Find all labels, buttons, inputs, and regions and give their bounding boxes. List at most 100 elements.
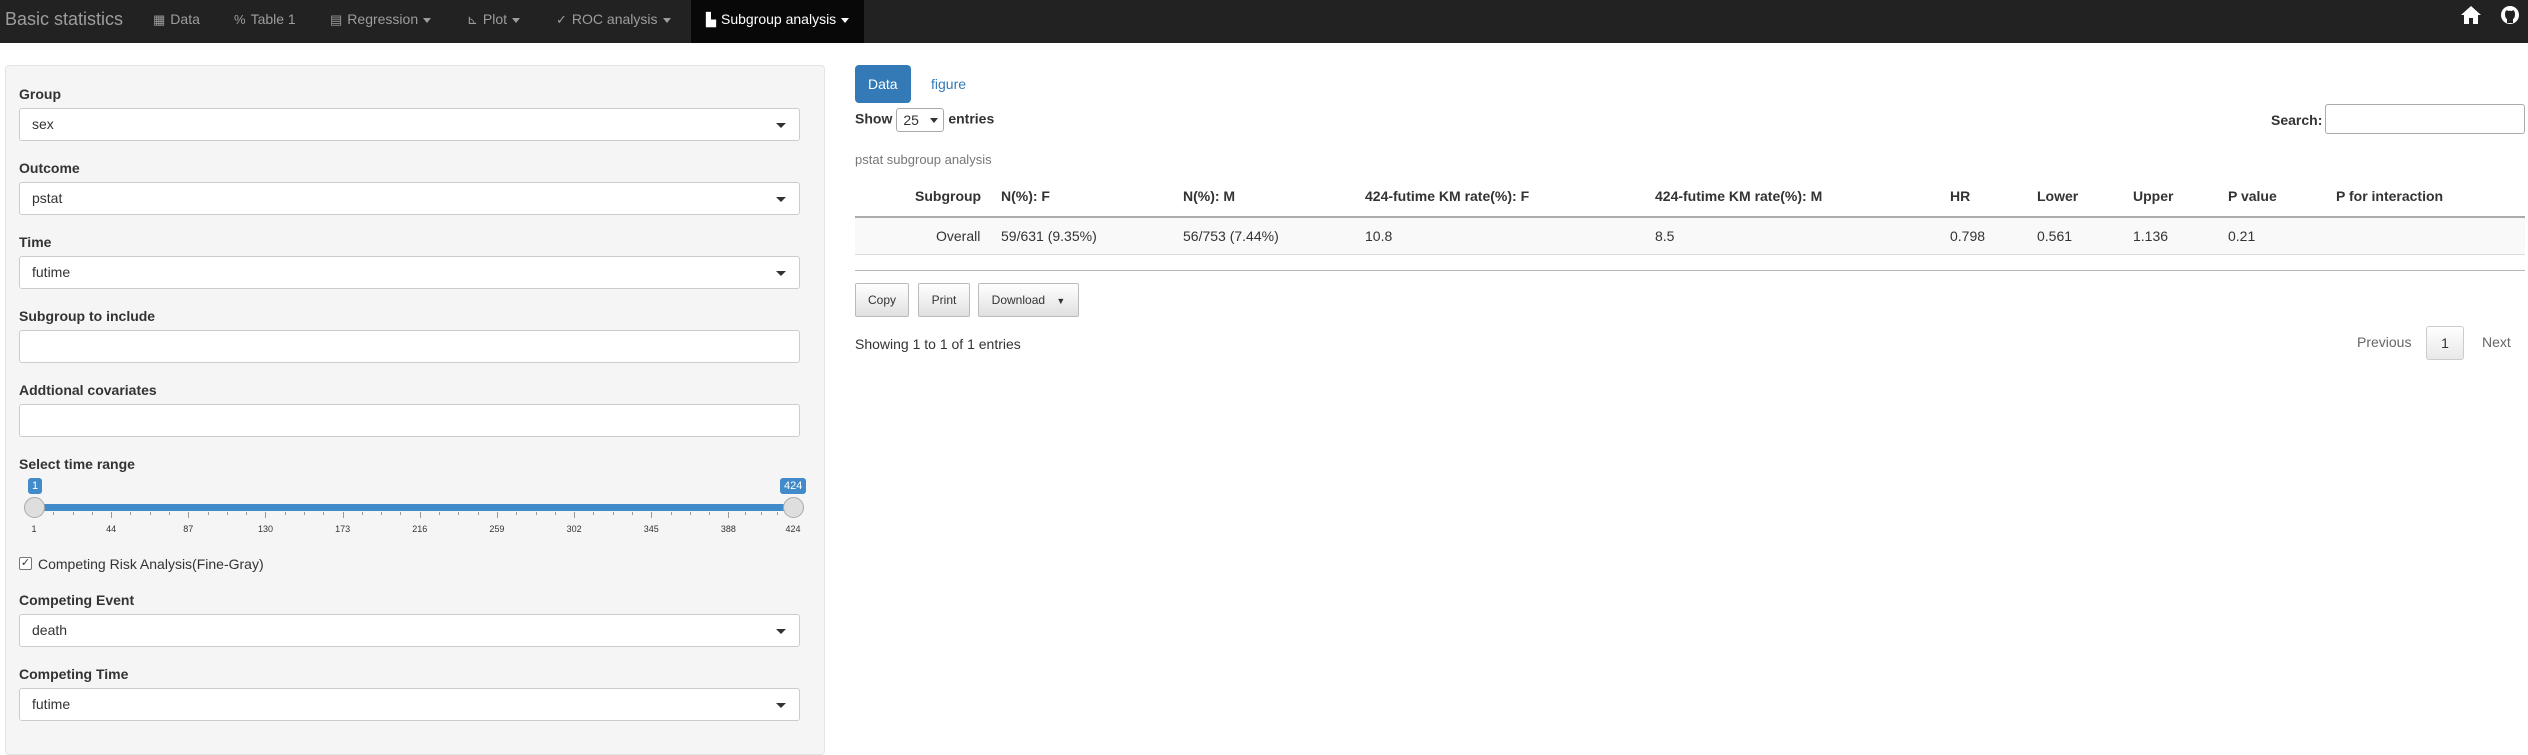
competing-time-select[interactable]: futime xyxy=(19,688,800,721)
time-label: Time xyxy=(19,234,52,250)
search-input[interactable] xyxy=(2325,104,2525,134)
github-icon[interactable] xyxy=(2500,5,2520,31)
chevron-down-icon xyxy=(776,271,786,276)
slider-minor-tick xyxy=(72,512,74,515)
pagination-previous[interactable]: Previous xyxy=(2357,334,2411,350)
table-icon: ▦ xyxy=(153,12,166,27)
column-header-n-f[interactable]: N(%): F xyxy=(1001,188,1050,204)
show-entries: Show 25 entries xyxy=(855,108,994,132)
column-header-lower[interactable]: Lower xyxy=(2037,188,2078,204)
slider-tick-label: 216 xyxy=(412,524,428,534)
outcome-select[interactable]: pstat xyxy=(19,182,800,215)
outcome-select-value: pstat xyxy=(32,190,63,206)
table-row xyxy=(855,218,2525,254)
column-header-subgroup[interactable]: Subgroup xyxy=(915,188,981,204)
print-button[interactable]: Print xyxy=(918,283,970,317)
nav-item-data[interactable]: ▦ Data xyxy=(153,0,200,38)
chevron-down-icon xyxy=(930,118,939,123)
nav-item-roc-analysis[interactable]: ✓ ROC analysis xyxy=(556,0,671,38)
table-caption: pstat subgroup analysis xyxy=(855,152,992,167)
chevron-down-icon xyxy=(776,197,786,202)
slider-minor-tick xyxy=(381,512,383,515)
caret-down-icon xyxy=(423,17,432,23)
slider-minor-tick xyxy=(130,512,132,515)
slider-tick xyxy=(111,512,113,518)
covariates-input[interactable] xyxy=(19,404,800,437)
slider-minor-tick xyxy=(776,512,778,515)
slider-tick xyxy=(265,512,267,518)
slider-handle-to[interactable] xyxy=(783,497,804,518)
slider-minor-tick xyxy=(554,512,556,515)
tab-figure[interactable]: figure xyxy=(918,65,979,103)
navbar: Basic statistics ▦ Data % Table 1 ▤ Regress… xyxy=(0,0,2528,43)
chevron-down-icon xyxy=(776,629,786,634)
entries-label: entries xyxy=(948,110,995,127)
slider-minor-tick xyxy=(670,512,672,515)
download-button-label: Download xyxy=(991,293,1046,307)
slider-track[interactable] xyxy=(30,504,788,511)
time-select-value: futime xyxy=(32,264,71,280)
nav-item-subgroup-analysis[interactable]: ▙ Subgroup analysis xyxy=(691,0,865,43)
competing-event-select[interactable]: death xyxy=(19,614,800,647)
slider-minor-tick xyxy=(439,512,441,515)
bar-chart-icon: ▙ xyxy=(706,12,716,27)
entries-length-value: 25 xyxy=(903,112,919,128)
percent-icon: % xyxy=(234,12,246,27)
table-row-divider xyxy=(855,254,2525,255)
column-header-hr[interactable]: HR xyxy=(1950,188,1970,204)
slider-tick-label: 388 xyxy=(720,524,736,534)
copy-button[interactable]: Copy xyxy=(855,283,909,317)
subgroup-input[interactable] xyxy=(19,330,800,363)
chevron-down-icon xyxy=(776,123,786,128)
nav-item-label: Data xyxy=(170,11,200,27)
slider-tick xyxy=(496,512,498,518)
pagination-next[interactable]: Next xyxy=(2482,334,2511,350)
table-cell: 8.5 xyxy=(1655,228,1675,244)
table-cell: Overall xyxy=(936,228,981,244)
slider-minor-tick xyxy=(400,512,402,515)
slider-minor-tick xyxy=(458,512,460,515)
column-header-n-m[interactable]: N(%): M xyxy=(1183,188,1235,204)
outcome-label: Outcome xyxy=(19,160,80,176)
table-cell: 1.136 xyxy=(2133,228,2169,244)
subgroup-label: Subgroup to include xyxy=(19,308,156,324)
competing-time-label: Competing Time xyxy=(19,666,129,682)
nav-item-plot[interactable]: ⊾ Plot xyxy=(467,0,521,38)
slider-minor-tick xyxy=(744,512,746,515)
slider-minor-tick xyxy=(709,512,711,515)
nav-item-label: Subgroup analysis xyxy=(721,11,837,27)
slider-handle-from[interactable] xyxy=(24,497,45,518)
download-button[interactable]: Download ▼ xyxy=(978,283,1079,317)
column-header-p-interaction[interactable]: P for interaction xyxy=(2336,188,2443,204)
table-cell: 0.21 xyxy=(2228,228,2256,244)
time-select[interactable]: futime xyxy=(19,256,800,289)
pagination-current-page[interactable]: 1 xyxy=(2426,326,2464,360)
search-label: Search: xyxy=(2271,112,2323,128)
column-header-km-m[interactable]: 424-futime KM rate(%): M xyxy=(1655,188,1822,204)
slider-minor-tick xyxy=(323,512,325,515)
column-header-km-f[interactable]: 424-futime KM rate(%): F xyxy=(1365,188,1529,204)
table-bottom-border xyxy=(855,270,2525,271)
entries-length-select[interactable]: 25 xyxy=(896,108,945,132)
table-cell: 10.8 xyxy=(1365,228,1393,244)
brand-title[interactable]: Basic statistics xyxy=(5,0,123,43)
column-header-p-value[interactable]: P value xyxy=(2228,188,2277,204)
table-info: Showing 1 to 1 of 1 entries xyxy=(855,336,1021,352)
home-icon[interactable] xyxy=(2460,5,2482,31)
slider-tick xyxy=(574,512,576,518)
tab-data[interactable]: Data xyxy=(855,65,911,103)
nav-item-regression[interactable]: ▤ Regression xyxy=(330,0,432,38)
group-select-value: sex xyxy=(32,116,54,132)
slider-minor-tick xyxy=(760,512,762,515)
nav-item-label: Plot xyxy=(482,11,508,27)
group-select[interactable]: sex xyxy=(19,108,800,141)
nav-item-table1[interactable]: % Table 1 xyxy=(234,0,296,38)
slider-tick-label: 302 xyxy=(566,524,582,534)
competing-risk-checkbox[interactable]: ✓ xyxy=(19,557,32,570)
table-cell: 59/631 (9.35%) xyxy=(1001,228,1097,244)
column-header-upper[interactable]: Upper xyxy=(2133,188,2173,204)
slider-minor-tick xyxy=(53,512,55,515)
slider-tick-label: 130 xyxy=(257,524,273,534)
list-alt-icon: ▤ xyxy=(330,12,343,27)
slider-tick-label: 345 xyxy=(643,524,659,534)
